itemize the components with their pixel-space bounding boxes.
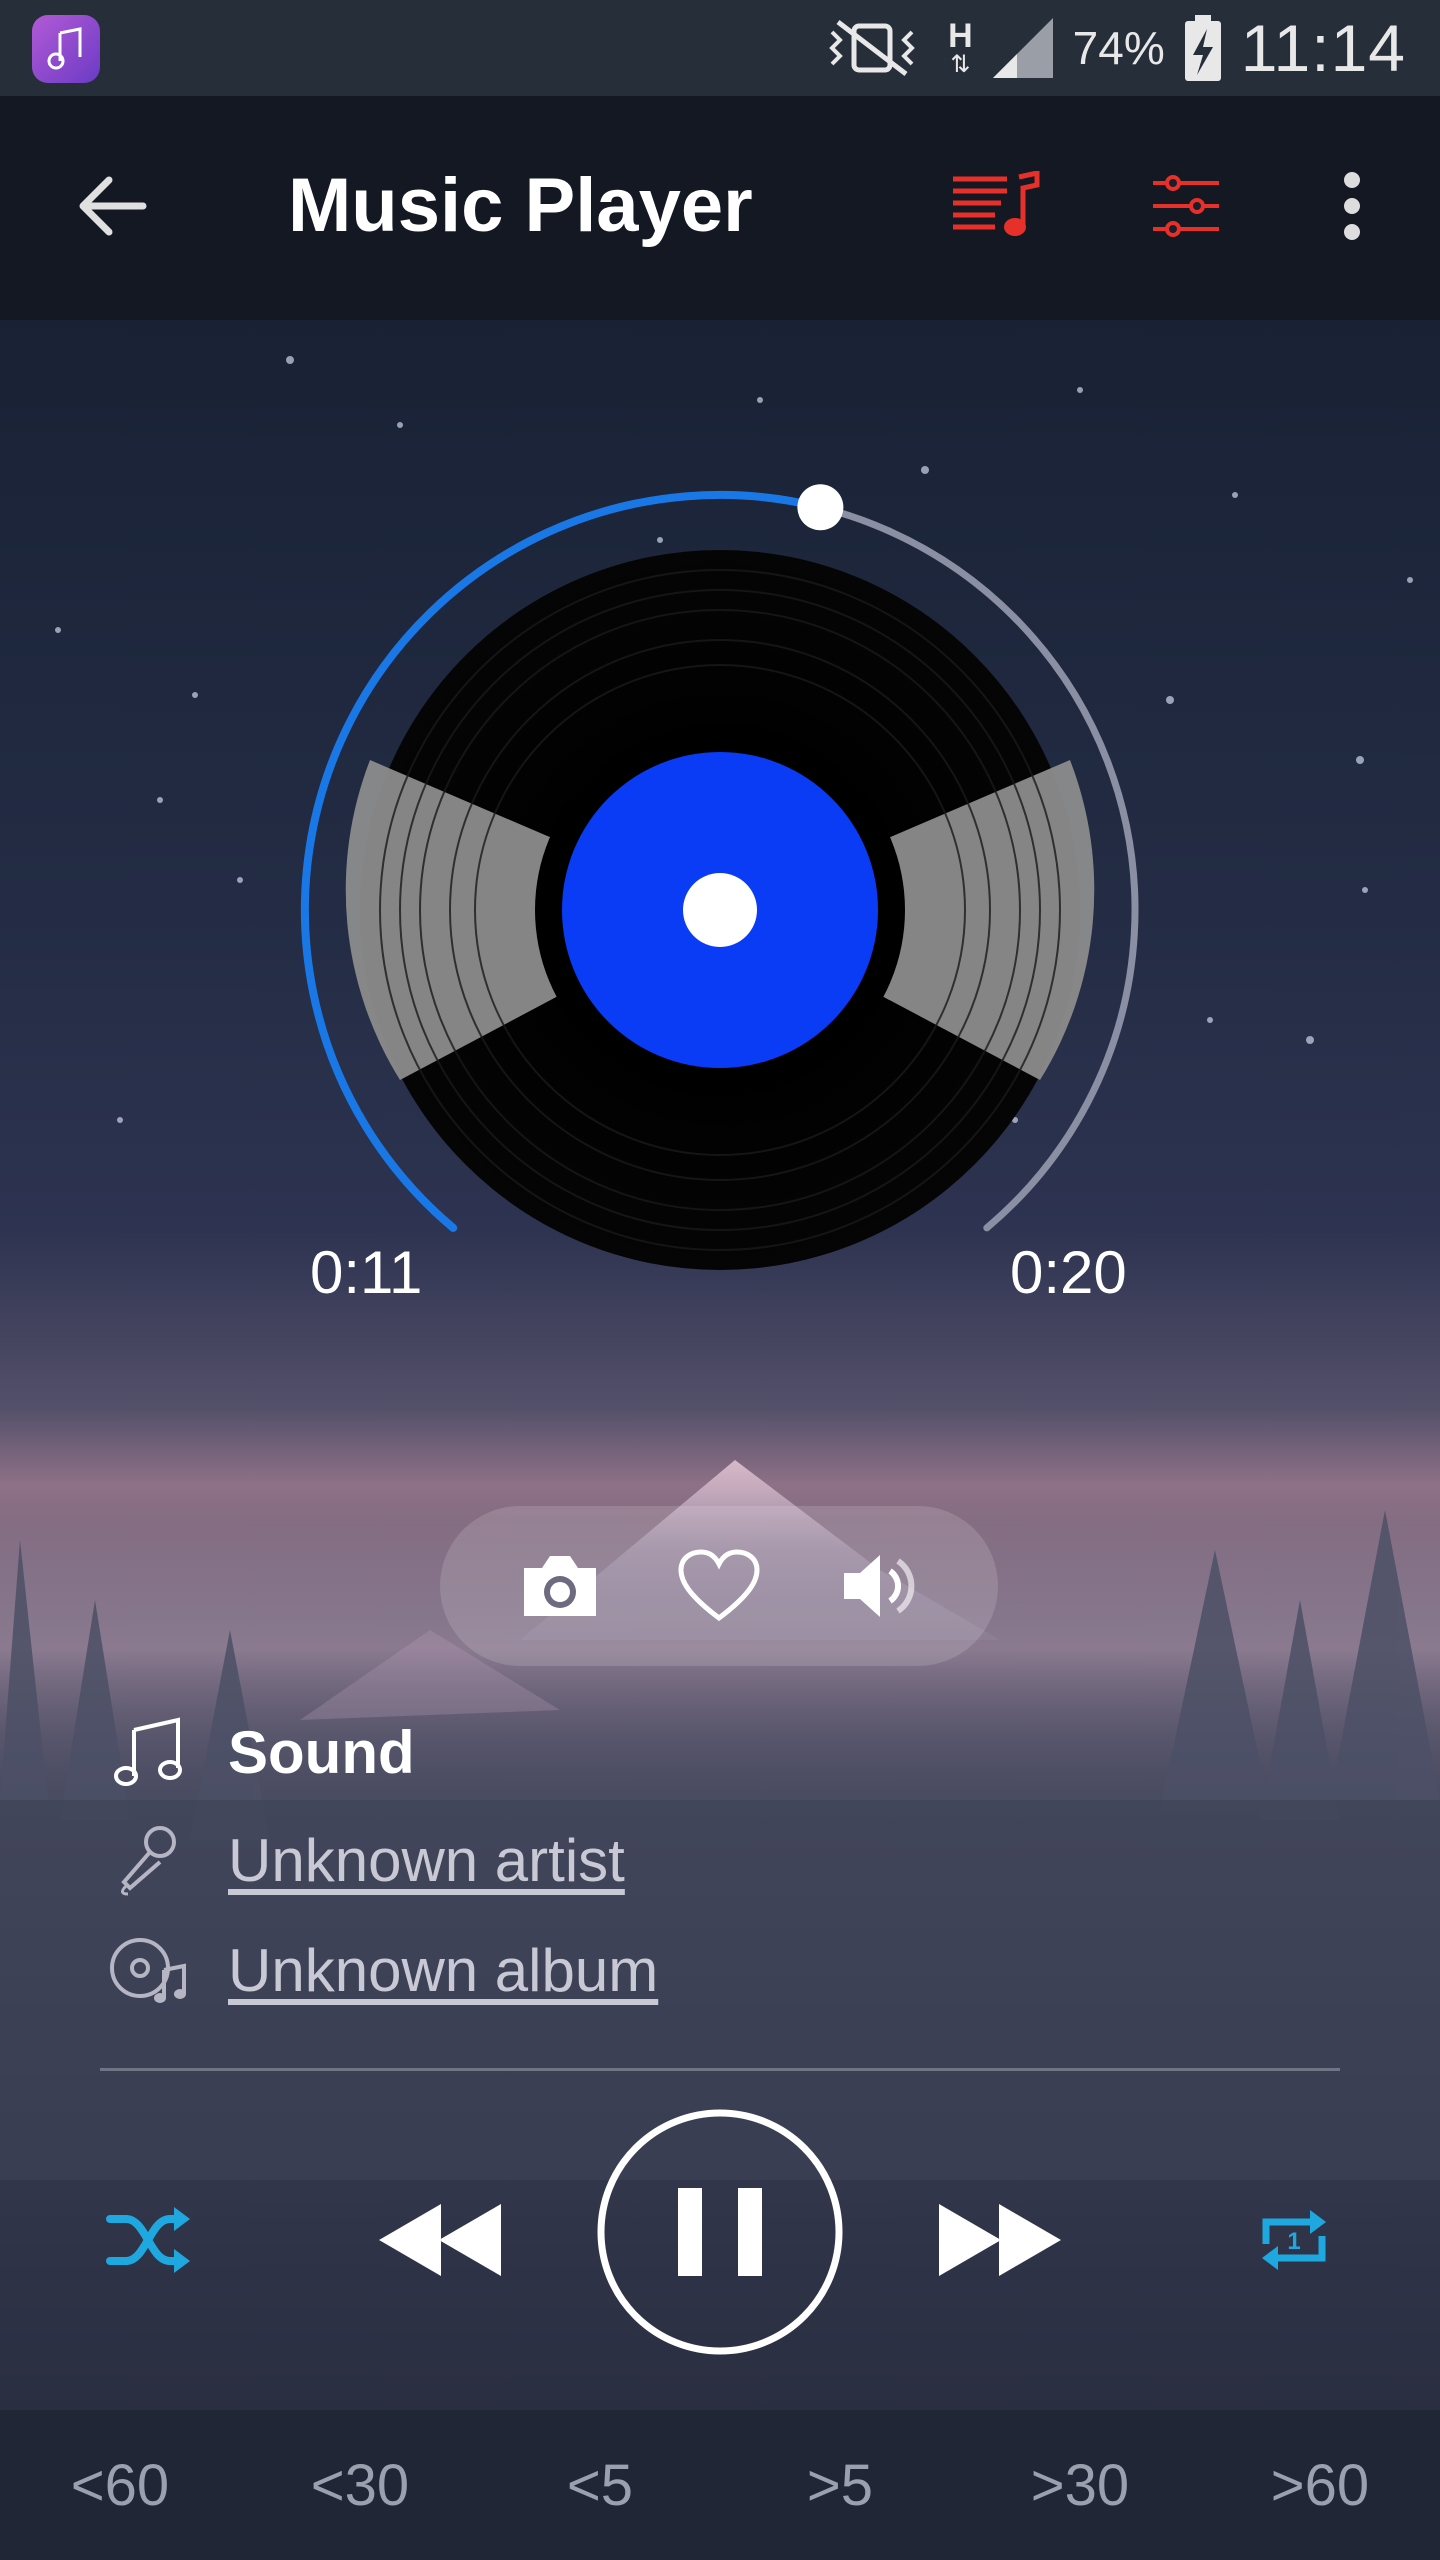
svg-text:1: 1 [1287,2228,1300,2255]
microphone-icon [108,1820,188,1900]
divider [100,2068,1340,2071]
album-disc-icon [108,1930,188,2010]
page-title: Music Player [288,163,753,248]
elapsed-time: 0:11 [310,1239,423,1306]
artist-row: Unknown artist [108,1820,625,1900]
fast-forward-icon [939,2204,1061,2276]
equalizer-icon [1153,175,1219,237]
app-music-icon [32,15,100,83]
shuffle-button[interactable] [98,2190,198,2290]
seek-back-5[interactable]: <5 [500,2452,700,2519]
music-note-icon [108,1712,188,1792]
rewind-icon [379,2204,501,2276]
network-type: H ⇅ [948,17,973,78]
repeat-button[interactable]: 1 [1244,2190,1344,2290]
camera-button[interactable] [510,1536,610,1636]
heart-icon [678,1549,760,1622]
vibrate-mute-icon [829,20,915,76]
song-title: Sound [228,1718,415,1786]
playlist-button[interactable] [946,156,1046,256]
album-row: Unknown album [108,1930,658,2010]
artist-link[interactable]: Unknown artist [228,1826,625,1895]
volume-icon [844,1555,915,1617]
seek-back-60[interactable]: <60 [20,2452,220,2519]
seek-back-30[interactable]: <30 [260,2452,460,2519]
total-duration: 0:20 [1010,1239,1127,1306]
battery-percent: 74% [1072,22,1165,74]
back-arrow-icon [79,176,147,236]
shuffle-icon [106,2207,190,2273]
seek-forward-5[interactable]: >5 [740,2452,940,2519]
song-row: Sound [108,1712,415,1792]
status-bar: H ⇅ 74% 11:14 [0,0,1440,96]
progress-knob[interactable] [797,484,844,531]
seek-forward-60[interactable]: >60 [1220,2452,1420,2519]
volume-button[interactable] [828,1536,928,1636]
playlist-icon [953,171,1040,236]
action-pill [440,1506,998,1666]
more-options-button[interactable] [1302,156,1402,256]
album-link[interactable]: Unknown album [228,1936,658,2005]
back-button[interactable] [66,166,156,246]
more-vert-icon [1344,172,1360,240]
clock: 11:14 [1240,11,1406,85]
app-toolbar: Music Player [0,96,1440,320]
camera-icon [523,1556,596,1616]
album-disc [290,480,1150,1340]
repeat-one-icon: 1 [1262,2210,1326,2270]
seek-bar: <60 <30 <5 >5 >30 >60 [0,2410,1440,2560]
equalizer-button[interactable] [1136,156,1236,256]
rewind-button[interactable] [370,2180,510,2300]
favorite-button[interactable] [669,1536,769,1636]
seek-forward-30[interactable]: >30 [980,2452,1180,2519]
play-pause-button[interactable] [596,2108,844,2356]
signal-icon [992,18,1053,78]
pause-icon [597,2109,843,2355]
battery-charging-icon [1184,15,1221,81]
fast-forward-button[interactable] [930,2180,1070,2300]
